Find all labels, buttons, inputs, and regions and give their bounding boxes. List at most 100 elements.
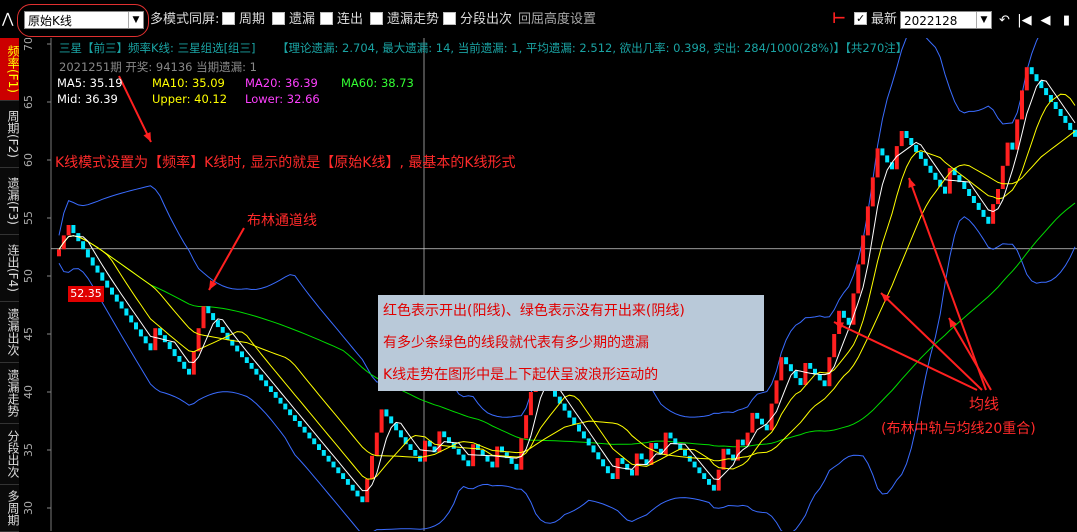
candle (134, 322, 138, 330)
candle (148, 343, 153, 351)
tab-omission-count[interactable]: 遗漏出次 (0, 302, 20, 363)
height-setting-link[interactable]: 回屈高度设置 (518, 10, 596, 30)
note-box: 红色表示开出(阳线)、绿色表示没有开出来(阴线) 有多少条绿色的线段就代表有多少… (378, 295, 764, 391)
candle (490, 461, 495, 468)
candle (211, 313, 216, 321)
candle (750, 412, 755, 433)
checkbox-icon[interactable] (854, 9, 867, 29)
candle (764, 424, 769, 431)
checkbox-segment[interactable]: 分段出次 (443, 10, 512, 30)
tab-frequency[interactable]: 频率(F1) (0, 38, 20, 101)
period-select[interactable]: 2022128 ▼ (900, 11, 992, 29)
candle (110, 287, 114, 295)
candle (124, 308, 129, 316)
next-icon[interactable]: ▮ (1058, 12, 1075, 29)
tab-multi-period[interactable]: 多周期 (0, 485, 20, 532)
candle (528, 392, 533, 416)
candle (875, 148, 880, 178)
prev-icon[interactable]: ◀ (1037, 12, 1054, 29)
candle (398, 430, 403, 438)
candle (788, 364, 793, 372)
checkbox-icon[interactable] (222, 12, 235, 25)
mid-value: Mid: 36.39 (57, 92, 118, 106)
candle (740, 439, 745, 446)
candle (962, 182, 967, 189)
candle (177, 356, 182, 362)
candle (273, 392, 278, 398)
candle (244, 357, 249, 363)
checkbox-omission-trend[interactable]: 遗漏走势 (370, 10, 439, 30)
candle (726, 448, 731, 455)
tab-segment[interactable]: 分段出次 (0, 424, 20, 485)
candle (355, 490, 360, 497)
tab-period[interactable]: 周期(F2) (0, 101, 20, 168)
candle (649, 443, 654, 465)
marker-icon[interactable]: ⊢ (832, 8, 846, 28)
candle (943, 186, 947, 194)
candle (66, 225, 71, 236)
ma60-value: MA60: 38.73 (341, 76, 414, 90)
y-tick-label: 30 (22, 501, 35, 515)
first-icon[interactable]: |◀ (1016, 12, 1033, 29)
candle (1029, 67, 1034, 75)
candle (865, 206, 870, 236)
candle (437, 431, 442, 453)
candle (567, 410, 572, 418)
candle (336, 467, 341, 474)
candle (581, 431, 586, 439)
annotation-kline-mode: K线模式设置为【频率】K线时, 显示的就是【原始K线】, 最基本的K线形式 (55, 155, 516, 171)
collapse-icon[interactable]: ⋀ (2, 9, 13, 29)
candle (461, 454, 466, 461)
checkbox-period[interactable]: 周期 (222, 10, 265, 30)
candle (350, 484, 355, 491)
candle (379, 409, 384, 433)
latest-checkbox[interactable]: 最新 (854, 9, 897, 30)
candle (153, 328, 158, 351)
y-tick-label: 65 (22, 95, 35, 109)
candle (1034, 74, 1039, 82)
candle (991, 204, 996, 224)
candle (264, 380, 269, 387)
candle (119, 301, 124, 309)
candle (711, 484, 716, 491)
candle (803, 363, 808, 385)
kline-chart[interactable]: 70 65 60 55 50 45 40 35 30 三星【前三】频率K线: 三星组选[组三] … (19, 38, 1077, 531)
candle (1024, 67, 1029, 91)
candle (442, 431, 447, 438)
arrow-mode-pointer (118, 75, 152, 143)
candle (114, 294, 119, 302)
candle (904, 131, 909, 138)
tab-omission[interactable]: 遗漏(F3) (0, 168, 20, 235)
candle (885, 155, 890, 163)
return-icon[interactable]: ↶ (996, 12, 1013, 29)
candle (1000, 165, 1005, 189)
candle (1058, 109, 1063, 116)
candle (302, 426, 307, 433)
checkbox-icon[interactable] (370, 12, 383, 25)
y-tick-label: 40 (22, 385, 35, 399)
tab-omission-trend[interactable]: 遗漏走势 (0, 363, 20, 424)
checkbox-icon[interactable] (443, 12, 456, 25)
chevron-down-icon[interactable]: ▼ (976, 12, 991, 28)
checkbox-omission[interactable]: 遗漏 (272, 10, 315, 30)
tab-consecutive[interactable]: 连出(F4) (0, 235, 20, 302)
y-tick-label: 50 (22, 269, 35, 283)
ma10-value: MA10: 35.09 (152, 76, 225, 90)
ma20-value: MA20: 36.39 (245, 76, 318, 90)
candle (158, 328, 163, 336)
candle (605, 466, 610, 474)
checkbox-icon[interactable] (320, 12, 333, 25)
checkbox-icon[interactable] (272, 12, 285, 25)
candle (341, 473, 346, 479)
y-tick-label: 35 (22, 443, 35, 457)
candle (129, 315, 134, 323)
candle (716, 469, 721, 491)
candle (105, 280, 110, 288)
candle (215, 320, 220, 328)
checkbox-consecutive[interactable]: 连出 (320, 10, 363, 30)
candle (774, 380, 779, 404)
candle (687, 455, 692, 462)
candle (798, 378, 803, 386)
candle (880, 148, 885, 156)
candle (914, 144, 919, 152)
